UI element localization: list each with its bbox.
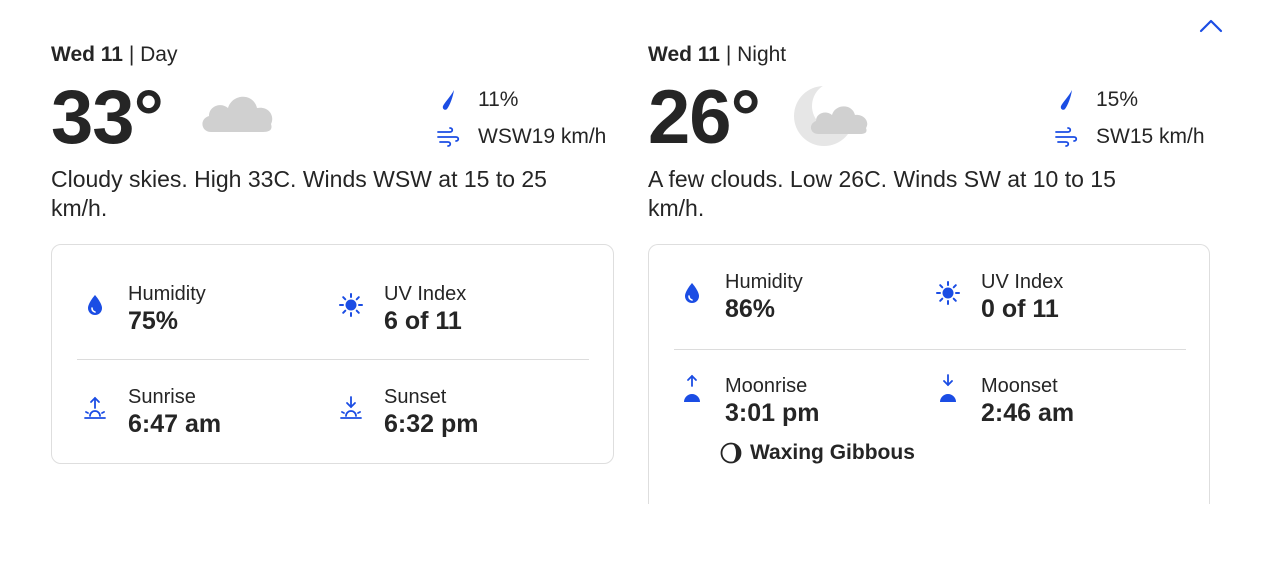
card-divider: [674, 349, 1186, 350]
precip-value: 15%: [1096, 88, 1139, 111]
raindrop-icon: [1054, 88, 1078, 112]
sunset-metric: Sunset 6:32 pm: [338, 385, 478, 439]
sun-icon: [338, 292, 364, 318]
daypart-date: Wed 11: [51, 43, 123, 66]
forecast-narrative: Cloudy skies. High 33C. Winds WSW at 15 …: [51, 166, 547, 221]
wind-stat: WSW19 km/h: [436, 125, 606, 149]
uv-value: 0 of 11: [981, 295, 1059, 323]
cloud-icon: [197, 86, 277, 141]
card-divider: [77, 359, 589, 360]
temperature: 26°: [648, 75, 761, 160]
moonset-value: 2:46 am: [981, 399, 1075, 427]
wind-icon: [1054, 125, 1078, 149]
sunrise-value: 6:47 am: [128, 410, 222, 438]
humidity-label: Humidity: [128, 283, 206, 305]
moon-cloud-icon: [792, 82, 872, 151]
daypart-date: Wed 11: [648, 43, 720, 66]
daypart-heading: Wed 11 | Day: [51, 43, 177, 67]
moonrise-value: 3:01 pm: [725, 399, 820, 427]
sunrise-icon: [82, 395, 108, 421]
chevron-up-icon: [1199, 19, 1223, 33]
moonset-label: Moonset: [981, 375, 1058, 397]
moon-phase: Waxing Gibbous: [720, 441, 915, 465]
daypart-heading: Wed 11 | Night: [648, 43, 786, 67]
wind-value: SW15 km/h: [1096, 125, 1205, 148]
moon-phase-icon: [720, 442, 742, 464]
daypart-details: Wed 11 | Day 33° 11% WSW19 km/h Cloudy s…: [0, 0, 1284, 578]
uv-label: UV Index: [384, 283, 467, 305]
collapse-button[interactable]: [1194, 12, 1228, 40]
sunset-value: 6:32 pm: [384, 410, 479, 438]
uv-label: UV Index: [981, 271, 1064, 293]
raindrop-icon: [436, 88, 460, 112]
humidity-label: Humidity: [725, 271, 803, 293]
moonrise-icon: [679, 374, 705, 402]
moonset-icon: [935, 374, 961, 402]
precip-stat: 11%: [436, 88, 518, 112]
precip-value: 11%: [478, 88, 519, 111]
humidity-metric: Humidity 86%: [679, 270, 803, 324]
moon-phase-label: Waxing Gibbous: [750, 441, 915, 464]
humidity-value: 75%: [128, 307, 179, 335]
humidity-value: 86%: [725, 295, 776, 323]
sunrise-metric: Sunrise 6:47 am: [82, 385, 221, 439]
daypart-separator: |: [719, 43, 738, 66]
humidity-icon: [82, 292, 108, 318]
daypart-name: Night: [737, 43, 787, 66]
humidity-metric: Humidity 75%: [82, 282, 206, 336]
night-details-card: Humidity 86% UV Index 0 of 11 Moonrise 3…: [648, 244, 1210, 504]
sunrise-label: Sunrise: [128, 386, 196, 408]
wind-value: WSW19 km/h: [478, 125, 607, 148]
daypart-separator: |: [122, 43, 141, 66]
moonrise-metric: Moonrise 3:01 pm: [679, 374, 819, 428]
wind-stat: SW15 km/h: [1054, 125, 1205, 149]
sun-icon: [935, 280, 961, 306]
moonset-metric: Moonset 2:46 am: [935, 374, 1074, 428]
uv-metric: UV Index 6 of 11: [338, 282, 466, 336]
sunset-icon: [338, 395, 364, 421]
daypart-name: Day: [140, 43, 178, 66]
moonrise-label: Moonrise: [725, 375, 808, 397]
uv-value: 6 of 11: [384, 307, 462, 335]
day-details-card: Humidity 75% UV Index 6 of 11 Sunrise 6:…: [51, 244, 614, 464]
precip-stat: 15%: [1054, 88, 1138, 112]
forecast-narrative: A few clouds. Low 26C. Winds SW at 10 to…: [648, 166, 1116, 221]
wind-icon: [436, 125, 460, 149]
uv-metric: UV Index 0 of 11: [935, 270, 1063, 324]
temperature: 33°: [51, 75, 164, 160]
sunset-label: Sunset: [384, 386, 447, 408]
humidity-icon: [679, 280, 705, 306]
